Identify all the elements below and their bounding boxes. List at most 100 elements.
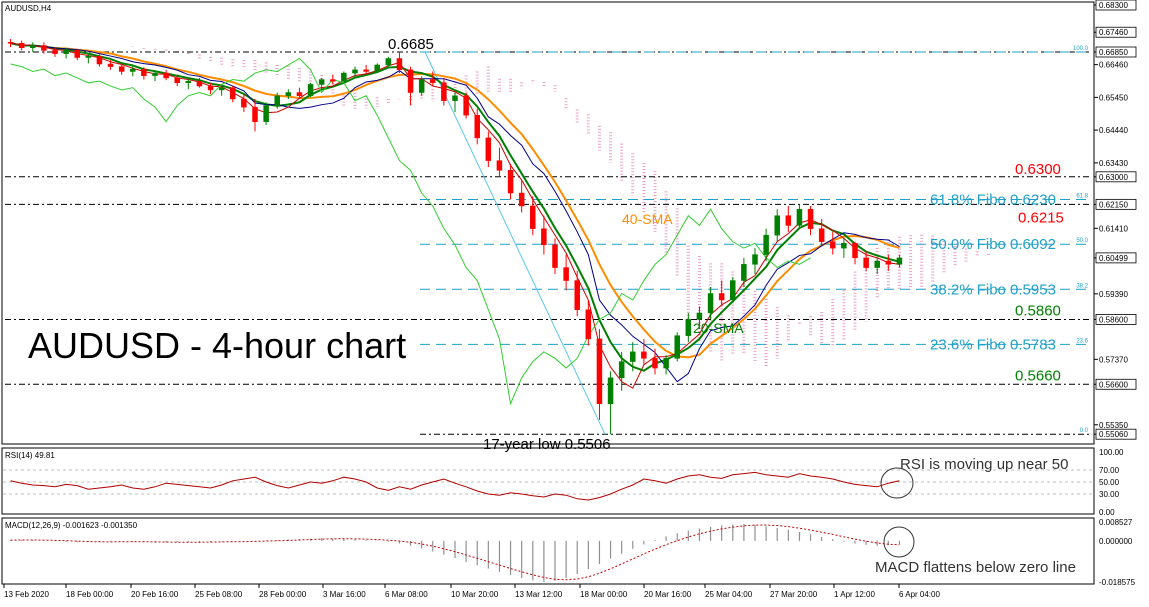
candle-body [63,50,69,54]
candle-body [696,312,703,320]
candle-body [318,79,325,85]
price-tick-label: 0.68300 [1099,1,1128,10]
price-tick-label: 0.59390 [1099,290,1128,299]
candle-body [207,85,214,91]
level-label: 0.6215 [1018,209,1064,226]
fibo-tag: 100.0 [1073,46,1089,52]
time-tick-label: 20 Mar 16:00 [644,590,692,599]
chart-svg: 0.6685 0.6300 61.8% Fibo 0.6230 61.8 0.6215 5… [1,0,1137,599]
candle-body [41,45,47,51]
candle-body [418,79,425,93]
time-tick-label: 10 Mar 20:00 [451,590,499,599]
price-tick-label: 0.55060 [1099,430,1128,439]
candle-body [763,234,769,255]
candle-body [807,208,814,229]
candle-body [563,267,569,281]
candle-body [263,105,269,122]
time-tick-label: 27 Mar 20:00 [770,590,818,599]
candle-body [674,335,680,359]
symbol-label: AUDUSD,H4 [5,4,52,13]
candle-body [896,257,903,265]
level-label: 61.8% Fibo 0.6230 [930,191,1056,208]
candle-body [607,377,614,404]
rsi-tick-label: 100.00 [1099,448,1124,457]
candle-body [852,243,858,259]
candle-body [163,72,169,79]
fibo-tag: 23.6 [1076,338,1088,344]
candle-body [18,43,25,49]
candle-body [596,338,603,404]
candle-body [730,280,736,301]
candle-body [463,95,469,116]
price-tick-label: 0.62150 [1099,200,1128,209]
time-tick-label: 20 Feb 16:00 [131,590,179,599]
candle-body [874,260,880,268]
time-axis: 13 Feb 2020 18 Feb 00:00 20 Feb 16:00 25 Fe… [3,584,940,599]
candle-body [185,80,192,84]
candle-body [452,95,458,101]
candle-body [441,82,447,101]
candle-body [474,114,480,139]
level-label: 17-year low 0.5506 [483,436,611,453]
candle-body [641,351,647,359]
candle-body [552,244,558,268]
time-tick-label: 6 Mar 08:00 [385,590,428,599]
candle-body [741,264,747,281]
macd-note: MACD flattens below zero line [875,559,1076,576]
level-label: 50.0% Fibo 0.6092 [930,236,1056,253]
time-tick-label: 18 Mar 00:00 [580,590,628,599]
candle-body [74,50,80,58]
rsi-note: RSI is moving up near 50 [900,456,1068,473]
candle-body [774,215,780,236]
level-label: 0.5860 [1015,302,1061,319]
price-tick-label: 0.65450 [1099,93,1128,102]
candle-body [152,72,158,76]
macd-header: MACD(12,26,9) -0.001623 -0.001350 [5,521,138,530]
candle-body [541,228,547,246]
candle-body [574,280,580,310]
level-label: 0.6300 [1015,161,1061,178]
candle-body [518,192,525,207]
time-tick-label: 3 Mar 16:00 [323,590,366,599]
candle-body [296,92,303,97]
candle-body [30,45,36,49]
time-tick-label: 25 Mar 04:00 [705,590,753,599]
candle-body [96,55,103,65]
rsi-tick-label: 50.00 [1099,478,1120,487]
level-label: 0.6685 [388,36,434,53]
candle-body [130,68,136,72]
candle-body [241,98,247,108]
level-label: 23.6% Fibo 0.5783 [930,336,1056,353]
candle-body [341,72,347,82]
candle-body [841,243,847,249]
candle-body [430,79,436,84]
candle-body [785,215,792,226]
level-label: 0.5660 [1015,367,1061,384]
candle-body [141,68,147,76]
candle-body [174,77,180,84]
sma40-annotation: 40-SMA [622,211,673,227]
time-tick-label: 6 Apr 04:00 [899,590,940,599]
candle-body [652,358,658,369]
candle-body [274,95,280,106]
price-tick-label: 0.66850 [1099,48,1128,57]
candle-body [385,58,392,66]
candle-body [630,351,636,362]
candle-body [718,293,725,301]
time-tick-label: 28 Feb 00:00 [259,590,307,599]
price-axis: 0.68300 0.67460 0.66850 0.66460 0.65450 0.644… [1094,0,1137,440]
time-tick-label: 25 Feb 08:00 [195,590,243,599]
price-tick-label: 0.56600 [1099,380,1128,389]
candle-body [7,42,14,44]
price-tick-label: 0.63430 [1099,159,1128,168]
candle-body [618,361,625,379]
candle-body [407,69,414,93]
candle-body [107,63,114,67]
macd-tick-label: -0.018575 [1099,578,1136,587]
rsi-tick-label: 30.00 [1099,490,1120,499]
fibo-tag: 50.0 [1076,238,1088,244]
macd-tick-label: 0.000000 [1099,537,1133,546]
chart-title: AUDUSD - 4-hour chart [28,325,406,366]
candle-body [530,205,536,229]
rsi-header: RSI(14) 49.81 [5,451,55,460]
